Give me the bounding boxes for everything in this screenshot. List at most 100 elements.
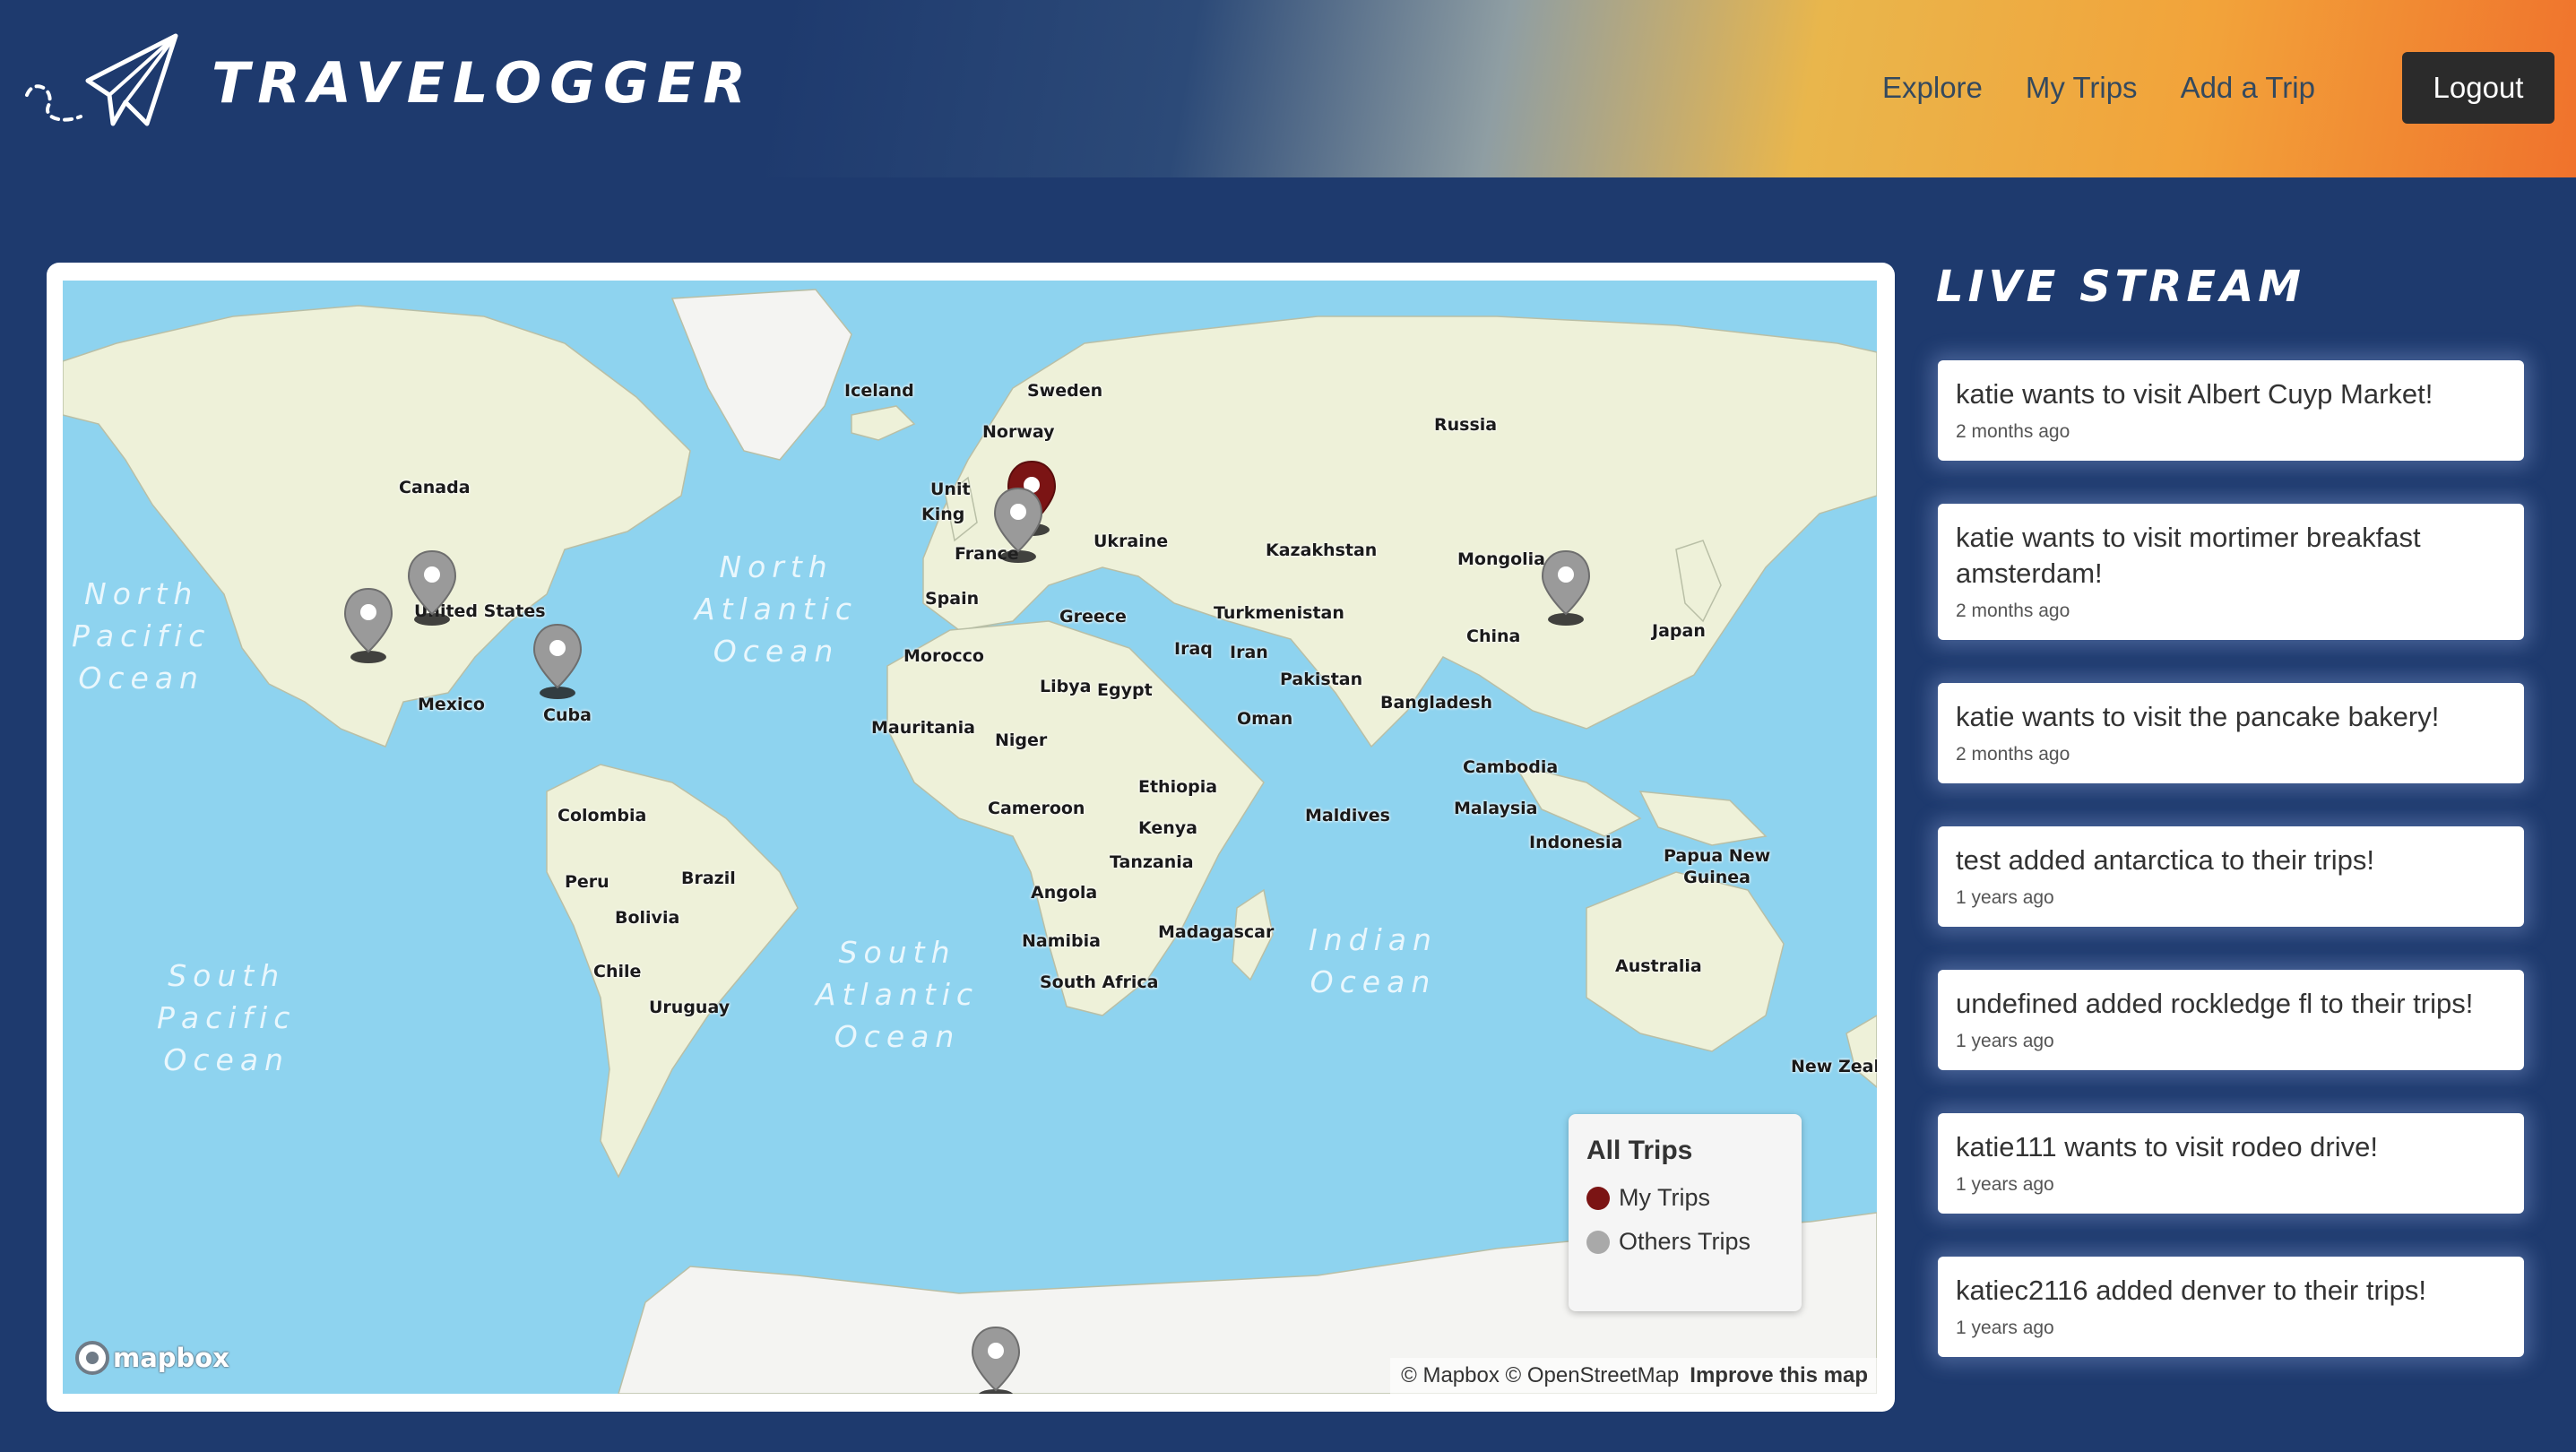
country-label: Pakistan <box>1280 670 1363 689</box>
stream-card-text: katie111 wants to visit rodeo drive! <box>1956 1131 2378 1162</box>
country-label: Russia <box>1434 415 1498 435</box>
map-legend: All Trips My Trips Others Trips <box>1569 1114 1802 1311</box>
country-label: Mauritania <box>871 718 975 738</box>
country-label: Papua New Guinea <box>1664 846 1771 887</box>
country-label: Iran <box>1230 643 1268 662</box>
legend-item-others-trips: Others Trips <box>1586 1228 1784 1256</box>
country-label: Cameroon <box>988 799 1085 818</box>
stream-card[interactable]: katie wants to visit the pancake bakery!… <box>1938 683 2524 783</box>
stream-card[interactable]: katie111 wants to visit rodeo drive! 1 y… <box>1938 1113 2524 1214</box>
stream-card[interactable]: undefined added rockledge fl to their tr… <box>1938 970 2524 1070</box>
map-card: North Pacific Ocean North Atlantic Ocean… <box>47 263 1895 1412</box>
country-label: Norway <box>982 422 1055 442</box>
country-label: Cuba <box>543 705 592 725</box>
country-label: Mexico <box>418 695 485 714</box>
ocean-label: Indian Ocean <box>1309 922 1438 999</box>
stream-card[interactable]: test added antarctica to their trips! 1 … <box>1938 826 2524 927</box>
legend-label: Others Trips <box>1619 1228 1751 1255</box>
country-label: Brazil <box>681 869 736 888</box>
country-label: Greece <box>1059 607 1127 627</box>
stream-card[interactable]: katiec2116 added denver to their trips! … <box>1938 1257 2524 1357</box>
country-label: Japan <box>1652 621 1706 641</box>
map-attribution: © Mapbox © OpenStreetMap Improve this ma… <box>1390 1358 1877 1394</box>
brand-name[interactable]: TRAVELOGGER <box>212 50 754 116</box>
nav-add-trip-link[interactable]: Add a Trip <box>2181 71 2315 105</box>
paper-plane-icon[interactable] <box>16 30 186 142</box>
stream-card-text: katie wants to visit mortimer breakfast … <box>1956 522 2421 589</box>
country-label: Indonesia <box>1529 833 1623 852</box>
stream-card-text: test added antarctica to their trips! <box>1956 844 2374 876</box>
country-label: Bolivia <box>615 908 680 928</box>
country-label: Canada <box>399 478 471 497</box>
country-label: Cambodia <box>1463 757 1559 777</box>
mapbox-icon <box>75 1341 109 1375</box>
country-label: Peru <box>565 872 609 892</box>
stream-card-text: katie wants to visit the pancake bakery! <box>1956 701 2440 732</box>
mapbox-logo[interactable]: mapbox <box>75 1338 229 1378</box>
ocean-label: North Atlantic Ocean <box>695 549 859 669</box>
main-nav: Explore My Trips Add a Trip <box>1882 52 2358 124</box>
map-pin-other[interactable] <box>1540 549 1592 627</box>
stream-card-text: katie wants to visit Albert Cuyp Market! <box>1956 378 2433 410</box>
map-pin-other[interactable] <box>342 587 394 664</box>
country-label: Sweden <box>1027 381 1103 401</box>
map-pin-other[interactable] <box>970 1326 1022 1394</box>
map-pin-other[interactable] <box>532 623 583 700</box>
live-stream-list: katie wants to visit Albert Cuyp Market!… <box>1938 360 2524 1400</box>
country-label: Namibia <box>1022 931 1101 951</box>
stream-card-time: 2 months ago <box>1956 744 2070 765</box>
stream-card[interactable]: katie wants to visit mortimer breakfast … <box>1938 504 2524 640</box>
country-label: Maldives <box>1305 806 1390 825</box>
ocean-label: South Atlantic Ocean <box>816 935 980 1054</box>
country-label: Bangladesh <box>1380 693 1493 713</box>
map-pin-other[interactable] <box>406 549 458 627</box>
country-label: Oman <box>1237 709 1293 729</box>
stream-card-time: 1 years ago <box>1956 1031 2054 1051</box>
country-label: Iceland <box>844 381 914 401</box>
country-label: Niger <box>995 730 1048 750</box>
stream-card-time: 2 months ago <box>1956 601 2070 621</box>
logout-button[interactable]: Logout <box>2402 52 2554 124</box>
country-label: Ukraine <box>1094 532 1169 551</box>
mapbox-logo-text: mapbox <box>113 1343 229 1373</box>
stream-card[interactable]: katie wants to visit Albert Cuyp Market!… <box>1938 360 2524 461</box>
country-label: Egypt <box>1097 680 1153 700</box>
country-label: Unit <box>930 480 971 499</box>
country-label: Madagascar <box>1158 922 1275 942</box>
ocean-label: South Pacific Ocean <box>157 958 297 1077</box>
legend-dot-icon <box>1586 1230 1610 1254</box>
country-label: Angola <box>1031 883 1098 903</box>
attribution-text[interactable]: © Mapbox © OpenStreetMap <box>1401 1363 1679 1388</box>
nav-explore-link[interactable]: Explore <box>1882 71 1983 105</box>
country-label: Mongolia <box>1457 549 1545 569</box>
stream-card-text: katiec2116 added denver to their trips! <box>1956 1275 2427 1306</box>
country-label: Uruguay <box>649 998 730 1017</box>
legend-title: All Trips <box>1586 1136 1693 1165</box>
country-label: Morocco <box>903 646 984 666</box>
nav-my-trips-link[interactable]: My Trips <box>2026 71 2138 105</box>
legend-dot-icon <box>1586 1186 1610 1210</box>
country-label: Australia <box>1615 956 1702 976</box>
ocean-label: North Pacific Ocean <box>72 576 212 696</box>
live-stream-title: LIVE STREAM <box>1936 262 2306 312</box>
country-label: Iraq <box>1174 639 1213 659</box>
stream-card-text: undefined added rockledge fl to their tr… <box>1956 988 2474 1019</box>
country-label: King <box>921 505 965 524</box>
country-label: Colombia <box>558 806 647 825</box>
world-map[interactable]: North Pacific Ocean North Atlantic Ocean… <box>63 281 1877 1394</box>
country-label: Kenya <box>1138 818 1198 838</box>
map-pin-other[interactable] <box>992 487 1044 564</box>
country-label: Tanzania <box>1110 852 1194 872</box>
country-label: Turkmenistan <box>1214 603 1344 623</box>
improve-map-link[interactable]: Improve this map <box>1690 1363 1868 1388</box>
legend-label: My Trips <box>1619 1184 1711 1211</box>
country-label: Chile <box>593 962 642 981</box>
country-label: New Zeala <box>1791 1057 1877 1076</box>
country-label: Spain <box>925 589 980 609</box>
stream-card-time: 1 years ago <box>1956 1318 2054 1338</box>
country-label: Malaysia <box>1454 799 1538 818</box>
country-label: South Africa <box>1040 972 1159 992</box>
country-label: Kazakhstan <box>1266 540 1378 560</box>
country-label: Ethiopia <box>1138 777 1218 797</box>
stream-card-time: 2 months ago <box>1956 421 2070 442</box>
